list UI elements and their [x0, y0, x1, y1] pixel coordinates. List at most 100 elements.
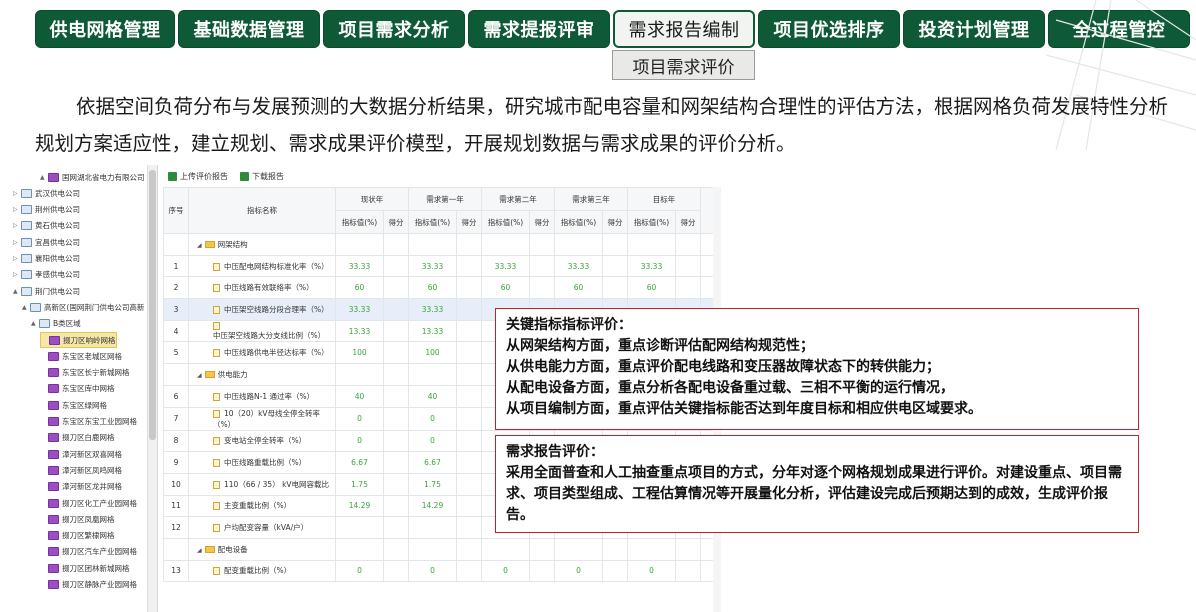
tree-scroll-thumb[interactable] [149, 170, 156, 440]
cell-value [408, 363, 457, 386]
tab-demand-review[interactable]: 需求提报评审 [468, 10, 610, 48]
group-row[interactable]: ◢ 网架结构 [163, 233, 721, 256]
tree-item-label: B类区域 [53, 319, 81, 329]
expand-arrow-icon[interactable]: ▷ [13, 222, 21, 229]
tree-item-grid[interactable]: 掇刀区繁棣网格 [40, 528, 115, 544]
tree-item-grid[interactable]: 掇刀区白鹿网格 [40, 430, 115, 446]
cell-value: 60 [554, 276, 603, 300]
tree-item-grid[interactable]: 东宝区东宝工业园网格 [40, 414, 137, 430]
tab-grid-management[interactable]: 供电网格管理 [35, 10, 175, 48]
key-indicator-note: 关键指标指标评价： 从网架结构方面，重点诊断评估配网结构规范性； 从供电能力方面… [495, 308, 1139, 430]
tree-item-org[interactable]: ▷ 荆州供电公司 [13, 202, 80, 218]
org-icon [21, 270, 32, 280]
org-icon [21, 205, 32, 215]
cell-seq [163, 363, 189, 386]
cell-score [456, 559, 482, 583]
indicator-label: 中压线路重载比例（%） [224, 458, 307, 468]
tree-item-grid[interactable]: 掇刀区团林新城网格 [40, 560, 130, 576]
tree-item-grid[interactable]: ▲ 国网湖北省电力有限公司 [40, 169, 145, 185]
expand-arrow-icon[interactable]: ▲ [40, 174, 48, 181]
tree-item-org[interactable]: ▷ 襄阳供电公司 [13, 251, 80, 267]
cell-score [602, 537, 628, 561]
org-tree: ▲ 国网湖北省电力有限公司 ▷ 武汉供电公司 ▷ 荆州供电公司 ▷ 黄石供电公司 ▷ 宜昌供电公司… [0, 165, 158, 612]
expand-arrow-icon[interactable]: ▷ [13, 271, 21, 278]
expand-arrow-icon[interactable]: ▲ [31, 320, 39, 327]
cell-value [335, 233, 384, 256]
tree-item-org[interactable]: ▲ B类区域 [31, 316, 81, 332]
tree-item-org[interactable]: ▷ 宜昌供电公司 [13, 234, 80, 250]
cell-score [529, 559, 555, 583]
tree-item-org[interactable]: ▷ 黄石供电公司 [13, 218, 80, 234]
submenu-item-evaluation[interactable]: 项目需求评价 [612, 50, 755, 80]
expand-arrow-icon[interactable]: ▷ [13, 239, 21, 246]
cell-value: 13.33 [335, 319, 384, 343]
tree-item-grid[interactable]: 掇刀区静脉产业园网格 [40, 577, 137, 593]
cell-seq: 8 [163, 429, 189, 453]
tree-item-grid[interactable]: 东宝区库中网格 [40, 381, 115, 397]
collapse-arrow-icon[interactable]: ◢ [197, 547, 202, 554]
folder-icon [204, 371, 215, 379]
expand-arrow-icon[interactable]: ▷ [13, 206, 21, 213]
column-header-value: 指标值(%) [554, 210, 603, 234]
tab-demand-analysis[interactable]: 项目需求分析 [323, 10, 465, 48]
cell-value [335, 537, 384, 561]
cell-value: 0 [335, 559, 384, 583]
collapse-arrow-icon[interactable]: ◢ [197, 372, 202, 379]
cell-score [456, 494, 482, 518]
tree-item-org[interactable]: ▷ 孝感供电公司 [13, 267, 80, 283]
tree-item-grid[interactable]: 掇刀区汽车产业园网格 [40, 544, 137, 560]
tree-item-grid[interactable]: 东宝区绿网格 [40, 397, 107, 413]
table-row[interactable]: 2 中压线路有效联络率（%） 60 60 60 60 60 [163, 276, 721, 300]
column-header-seq: 序号 [163, 187, 189, 234]
tree-item-label: 东宝区库中网格 [62, 384, 115, 394]
expand-arrow-icon[interactable]: ▲ [22, 304, 30, 311]
cell-score [529, 276, 555, 300]
collapse-arrow-icon[interactable]: ◢ [197, 242, 202, 249]
expand-arrow-icon[interactable]: ▲ [13, 288, 21, 295]
org-icon [21, 237, 32, 247]
download-icon [240, 171, 249, 181]
document-icon [213, 284, 220, 293]
org-icon [21, 188, 32, 198]
cell-value: 100 [335, 341, 384, 365]
tab-basic-data[interactable]: 基础数据管理 [178, 10, 320, 48]
download-report-button[interactable]: 下载报告 [240, 171, 284, 182]
cell-value: 0 [408, 429, 457, 453]
document-icon [213, 480, 220, 489]
cell-score [602, 559, 628, 583]
table-row[interactable]: 1 中压配电网结构标准化率（%） 33.33 33.33 33.33 33.33 33.33 [163, 254, 721, 278]
cell-score [529, 254, 555, 278]
tree-item-grid[interactable]: 漳河新区双喜网格 [40, 446, 122, 462]
table-row[interactable]: 13 配变重载比例（%） 0 0 0 0 0 [163, 559, 721, 583]
cell-value [481, 233, 530, 256]
upload-report-button[interactable]: 上传评价报告 [168, 171, 228, 182]
column-header-year: 现状年 [335, 187, 409, 211]
cell-score [383, 341, 409, 365]
expand-arrow-icon[interactable]: ▷ [13, 255, 21, 262]
cell-score [456, 298, 482, 321]
tree-item-grid[interactable]: 漳河新区凤鸣网格 [40, 462, 122, 478]
tree-item-grid[interactable]: 掇刀区凤凰网格 [40, 511, 115, 527]
tree-item-org[interactable]: ▷ 武汉供电公司 [13, 185, 80, 201]
tab-project-ranking[interactable]: 项目优选排序 [758, 10, 900, 48]
tree-item-grid[interactable]: 掇刀区化工产业园网格 [40, 495, 137, 511]
tree-item-grid[interactable]: 东宝区长宁新城网格 [40, 365, 130, 381]
tree-scrollbar[interactable] [147, 165, 157, 612]
cell-value [335, 516, 384, 539]
group-row[interactable]: ◢ 配电设备 [163, 537, 721, 561]
key-note-line: 从项目编制方面，重点评估关键指标能否达到年度目标和相应供电区域要求。 [506, 401, 982, 417]
document-icon [213, 502, 220, 511]
tree-item-grid[interactable]: 掇刀区响岭网格 [40, 332, 117, 348]
tree-item-label: 掇刀区繁棣网格 [62, 531, 115, 541]
tree-item-label: 掇刀区白鹿网格 [62, 433, 115, 443]
cell-value: 40 [408, 384, 457, 408]
tab-report-compile[interactable]: 需求报告编制 [613, 10, 755, 48]
cell-score [383, 559, 409, 583]
column-header-value: 指标值(%) [335, 210, 384, 234]
cell-score [383, 494, 409, 518]
tree-item-org[interactable]: ▲ 高新区(国网荆门供电公司高新 [22, 299, 144, 315]
tree-item-grid[interactable]: 漳河新区龙井网格 [40, 479, 122, 495]
expand-arrow-icon[interactable]: ▷ [13, 190, 21, 197]
tree-item-grid[interactable]: 东宝区老城区网格 [40, 348, 122, 364]
tree-item-org[interactable]: ▲ 荆门供电公司 [13, 283, 80, 299]
